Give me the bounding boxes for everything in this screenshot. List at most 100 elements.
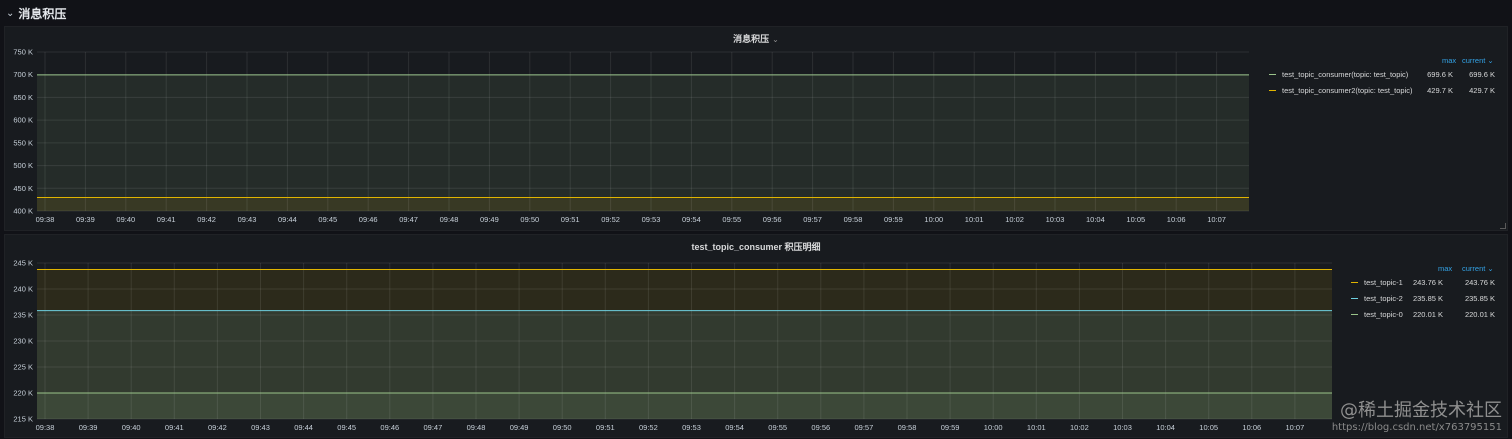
x-tick-label: 09:40 [116, 215, 135, 224]
row-header[interactable]: ⌄ 消息积压 [0, 0, 1512, 26]
x-tick-label: 09:46 [380, 423, 399, 432]
legend-current-value: 220.01 K [1464, 310, 1495, 319]
x-tick-label: 10:03 [1046, 215, 1065, 224]
x-tick-label: 09:44 [278, 215, 297, 224]
legend-item[interactable]: test_topic_consumer(topic: test_topic) [1269, 68, 1408, 80]
legend-max-value: 429.7 K [1427, 86, 1453, 95]
x-tick-label: 10:02 [1005, 215, 1024, 224]
legend-header-max[interactable]: max [1438, 264, 1452, 273]
legend-item[interactable]: test_topic-0 [1351, 308, 1403, 320]
x-tick-label: 09:57 [855, 423, 874, 432]
y-tick-label: 245 K [13, 259, 33, 268]
x-tick-label: 10:00 [924, 215, 943, 224]
x-tick-label: 10:05 [1199, 423, 1218, 432]
x-tick-label: 10:06 [1242, 423, 1261, 432]
legend-swatch [1351, 297, 1358, 299]
y-tick-label: 225 K [13, 363, 33, 372]
x-tick-label: 10:07 [1207, 215, 1226, 224]
x-tick-label: 09:49 [480, 215, 499, 224]
x-tick-label: 09:41 [165, 423, 184, 432]
y-tick-label: 450 K [13, 184, 33, 193]
x-tick-label: 09:59 [941, 423, 960, 432]
y-tick-label: 215 K [13, 415, 33, 424]
x-tick-label: 09:53 [642, 215, 661, 224]
legend-header-current[interactable]: current ⌄ [1462, 264, 1494, 273]
legend-current-value: 235.85 K [1464, 294, 1495, 303]
legend-current-value: 699.6 K [1469, 70, 1495, 79]
x-tick-label: 09:56 [811, 423, 830, 432]
x-tick-label: 10:01 [965, 215, 984, 224]
y-tick-label: 700 K [13, 70, 33, 79]
legend-item[interactable]: test_topic-1 [1351, 276, 1403, 288]
y-tick-label: 650 K [13, 93, 33, 102]
x-tick-label: 10:06 [1167, 215, 1186, 224]
legend-swatch [1351, 281, 1358, 283]
x-tick-label: 09:43 [251, 423, 270, 432]
x-tick-label: 09:45 [318, 215, 337, 224]
x-tick-label: 09:51 [596, 423, 615, 432]
watermark-brand: @稀土掘金技术社区 [1340, 400, 1502, 421]
legend-item[interactable]: test_topic-2 [1351, 292, 1403, 304]
legend-item[interactable]: test_topic_consumer2(topic: test_topic) [1269, 84, 1412, 96]
legend-max-value: 220.01 K [1412, 310, 1443, 319]
x-tick-label: 09:39 [79, 423, 98, 432]
x-tick-label: 09:48 [467, 423, 486, 432]
legend-max-value: 235.85 K [1412, 294, 1443, 303]
x-tick-label: 10:02 [1070, 423, 1089, 432]
series-area [37, 392, 1332, 419]
y-tick-label: 230 K [13, 337, 33, 346]
x-tick-label: 09:48 [440, 215, 459, 224]
x-tick-label: 09:42 [197, 215, 216, 224]
watermark: @稀土掘金技术社区 https://blog.csdn.net/x7637951… [1332, 396, 1502, 433]
y-tick-label: 550 K [13, 138, 33, 147]
y-tick-label: 500 K [13, 161, 33, 170]
row-title[interactable]: 消息积压 [18, 5, 66, 22]
y-tick-label: 220 K [13, 389, 33, 398]
panel-resize-handle[interactable] [1500, 223, 1506, 229]
x-tick-label: 09:41 [157, 215, 176, 224]
backlog-panel: 消息积压 ⌄ 750 K 700 K 650 K 600 K 550 K 500 K 450 … [4, 26, 1508, 231]
legend-swatch [1269, 73, 1276, 75]
x-tick-label: 09:50 [553, 423, 572, 432]
legend-series-name: test_topic_consumer(topic: test_topic) [1282, 69, 1409, 79]
legend-current-value: 429.7 K [1469, 86, 1495, 95]
x-tick-label: 10:05 [1126, 215, 1145, 224]
legend-series-name: test_topic-1 [1364, 277, 1403, 287]
x-tick-label: 09:38 [36, 215, 55, 224]
x-tick-label: 09:54 [725, 423, 744, 432]
x-tick-label: 09:54 [682, 215, 701, 224]
x-tick-label: 09:51 [561, 215, 580, 224]
x-tick-label: 09:47 [424, 423, 443, 432]
x-tick-label: 09:42 [208, 423, 227, 432]
x-tick-label: 09:57 [803, 215, 822, 224]
legend-swatch [1351, 313, 1358, 315]
x-tick-label: 10:00 [984, 423, 1003, 432]
x-tick-label: 09:47 [399, 215, 418, 224]
x-tick-label: 09:49 [510, 423, 529, 432]
y-tick-label: 240 K [13, 285, 33, 294]
x-tick-label: 09:46 [359, 215, 378, 224]
x-tick-label: 09:58 [844, 215, 863, 224]
x-tick-label: 09:50 [520, 215, 539, 224]
legend-max-value: 699.6 K [1427, 70, 1453, 79]
x-tick-label: 09:38 [36, 423, 55, 432]
x-tick-label: 10:01 [1027, 423, 1046, 432]
x-tick-label: 09:45 [337, 423, 356, 432]
legend-series-name: test_topic-2 [1364, 293, 1403, 303]
backlog-chart[interactable]: 750 K 700 K 650 K 600 K 550 K 500 K 450 K 400 K… [5, 27, 1509, 232]
x-tick-label: 09:44 [294, 423, 313, 432]
x-tick-label: 10:03 [1113, 423, 1132, 432]
x-tick-label: 09:39 [76, 215, 95, 224]
row-collapse-chevron-icon[interactable]: ⌄ [6, 8, 14, 19]
x-tick-label: 09:52 [601, 215, 620, 224]
legend-current-value: 243.76 K [1464, 278, 1495, 287]
x-tick-label: 09:40 [122, 423, 141, 432]
legend-header-max[interactable]: max [1442, 56, 1456, 65]
x-tick-label: 10:04 [1156, 423, 1175, 432]
x-tick-label: 09:55 [768, 423, 787, 432]
legend-max-value: 243.76 K [1412, 278, 1443, 287]
legend-header-current[interactable]: current ⌄ [1462, 56, 1494, 65]
backlog-detail-panel: test_topic_consumer 积压明细 245 K 240 K 235 K… [4, 234, 1508, 438]
backlog-detail-chart[interactable]: 245 K 240 K 235 K 230 K 225 K 220 K 215 K09:38… [5, 235, 1509, 439]
y-tick-label: 235 K [13, 311, 33, 320]
